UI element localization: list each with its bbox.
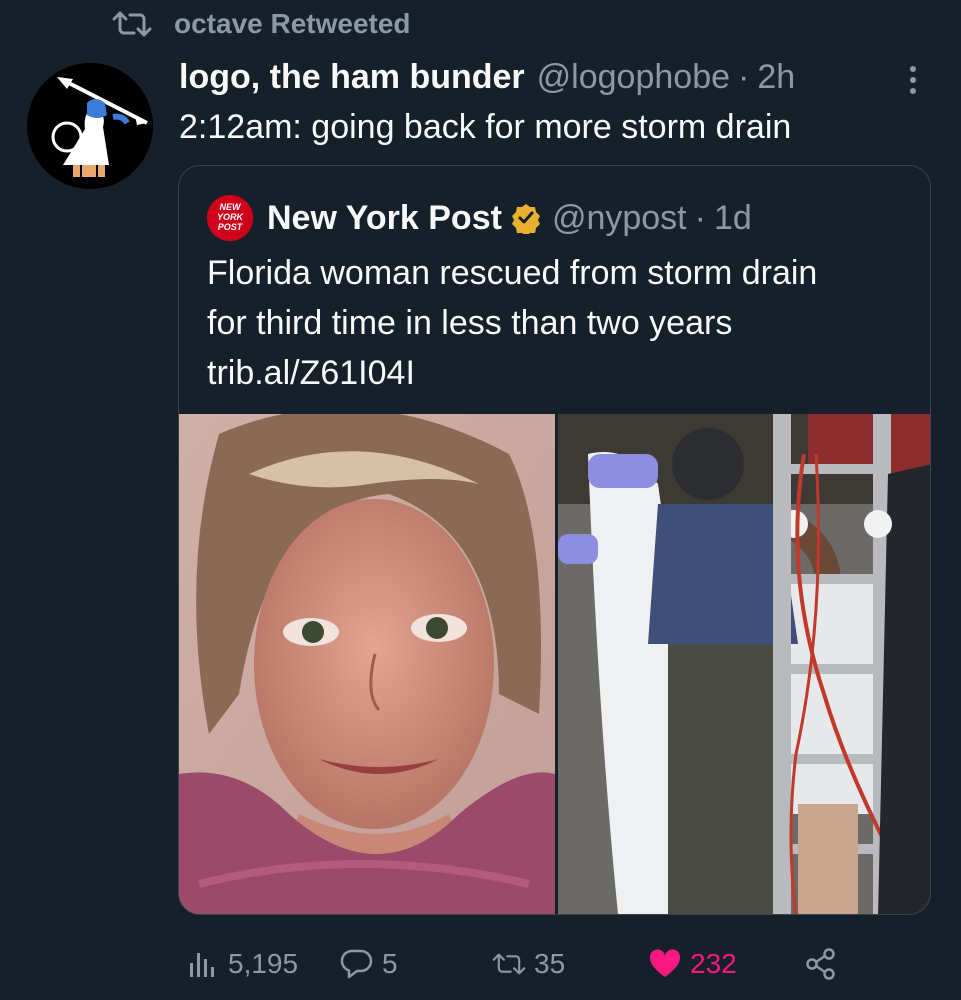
views-count: 5,195 (228, 948, 299, 979)
retweet-button[interactable]: 35 (492, 944, 565, 984)
heart-icon (649, 949, 681, 977)
more-options-icon[interactable] (895, 62, 931, 98)
retweet-icon (112, 11, 152, 37)
logo-line-2: YORK (217, 212, 245, 222)
logo-line-3: POST (218, 222, 244, 232)
avatar-image (27, 63, 153, 189)
author-handle[interactable]: @logophobe (537, 58, 730, 97)
reply-icon (340, 949, 373, 979)
quote-link[interactable]: trib.al/Z61I04I (207, 348, 907, 398)
quote-author-handle[interactable]: @nypost (552, 199, 687, 238)
quote-text-line: Florida woman rescued from storm drain (207, 254, 818, 292)
dot (910, 77, 916, 83)
views-button[interactable]: 5,195 (186, 944, 298, 984)
retweet-label[interactable]: octave Retweeted (174, 8, 411, 40)
retweet-indicator: octave Retweeted (112, 4, 411, 44)
photo-woman-portrait[interactable] (179, 414, 555, 914)
like-button[interactable]: 232 (648, 944, 737, 984)
media-grid (179, 414, 930, 914)
share-button[interactable] (804, 944, 838, 984)
tweet-text: 2:12am: going back for more storm drain (179, 108, 792, 146)
avatar[interactable] (27, 63, 153, 189)
quote-timestamp[interactable]: 1d (714, 199, 752, 238)
reply-count: 5 (382, 948, 398, 979)
dot (910, 88, 916, 94)
author-name[interactable]: logo, the ham bunder (179, 58, 525, 97)
logo-line-1: NEW (220, 202, 243, 212)
action-bar: 5,195 5 35 232 (0, 944, 961, 984)
retweet-icon (492, 953, 526, 975)
reply-button[interactable]: 5 (340, 944, 398, 984)
timestamp[interactable]: 2h (757, 58, 795, 97)
dot (910, 66, 916, 72)
quote-text: Florida woman rescued from storm drain f… (207, 248, 907, 398)
quoted-tweet[interactable]: NEW YORK POST New York Post @nypost · 1d… (178, 165, 931, 915)
tweet-header: logo, the ham bunder @logophobe · 2h (179, 58, 795, 104)
share-icon (806, 948, 835, 980)
nypost-avatar[interactable]: NEW YORK POST (207, 195, 253, 241)
retweet-count: 35 (534, 948, 566, 979)
separator: · (694, 198, 706, 237)
quote-header: NEW YORK POST New York Post @nypost · 1d (207, 195, 752, 241)
photo-rescue-scene[interactable] (558, 414, 930, 914)
verified-badge-icon (511, 204, 540, 234)
quote-author-name[interactable]: New York Post (267, 199, 502, 238)
like-count: 232 (690, 948, 737, 979)
analytics-icon (190, 953, 214, 977)
separator: · (738, 58, 750, 96)
quote-text-line: for third time in less than two years (207, 304, 733, 342)
